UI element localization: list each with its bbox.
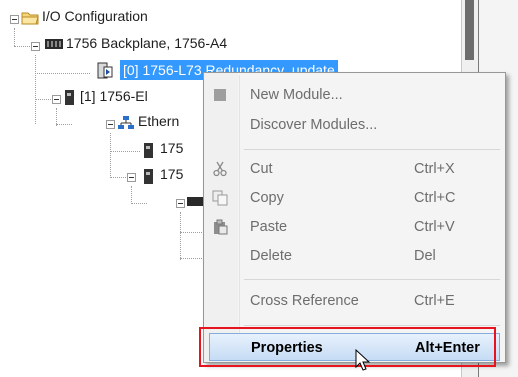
menu-item-cut[interactable]: Cut Ctrl+X [204,155,505,183]
menu-item-shortcut: Del [414,248,436,264]
tree-connector [180,232,202,233]
copy-icon [212,190,228,206]
tree-connector [14,28,15,46]
menu-item-cross-reference[interactable]: Cross Reference Ctrl+E [204,287,505,315]
menu-item-new-module[interactable]: New Module... [204,81,505,109]
tree-connector [110,133,111,178]
menu-item-label: Cross Reference [250,293,359,309]
collapse-toggle[interactable] [106,120,115,129]
module-icon [144,143,153,158]
tree-connector [110,151,140,152]
menu-item-discover-modules[interactable]: Discover Modules... [204,111,505,139]
menu-separator [244,325,500,326]
menu-item-copy[interactable]: Copy Ctrl+C [204,184,505,212]
tree-connector [131,186,132,204]
collapse-toggle[interactable] [127,173,136,182]
menu-item-paste[interactable]: Paste Ctrl+V [204,213,505,241]
tree-item-module-1[interactable]: [1] 1756-El [80,86,148,106]
tree-connector [110,177,126,178]
menu-item-label: Delete [250,248,292,264]
tree-item-io-configuration[interactable]: I/O Configuration [42,6,148,26]
scissors-icon [213,161,227,177]
menu-item-label: Cut [250,161,273,177]
backplane-icon [187,197,203,206]
network-icon [118,116,134,129]
backplane-icon [45,39,63,49]
folder-icon [21,12,39,25]
tree-connector [35,55,36,124]
highlight-annotation-box [199,327,496,367]
tree-item-device-2[interactable]: 175 [160,164,183,184]
module-icon [65,90,74,105]
module-icon [144,169,153,184]
collapse-toggle[interactable] [52,95,61,104]
collapse-toggle[interactable] [176,199,185,208]
tree-connector [180,212,181,260]
tree-item-device-1[interactable]: 175 [160,138,183,158]
new-module-icon [214,89,226,101]
menu-item-label: Copy [250,190,284,206]
menu-item-label: New Module... [250,87,343,103]
collapse-toggle[interactable] [31,42,40,51]
tree-connector [131,203,147,204]
menu-item-shortcut: Ctrl+C [414,190,456,206]
collapse-toggle[interactable] [10,15,19,24]
tree-item-backplane[interactable]: 1756 Backplane, 1756-A4 [66,33,227,53]
menu-item-delete[interactable]: Delete Del [204,242,505,270]
menu-separator [244,149,500,150]
tree-item-ethernet[interactable]: Ethern [138,111,179,131]
mouse-pointer-icon [355,349,371,371]
menu-item-label: Discover Modules... [250,117,378,133]
tree-connector [180,258,202,259]
menu-separator [244,279,500,280]
scrollbar-thumb[interactable] [465,0,474,60]
tree-connector [35,73,90,74]
tree-connector [56,124,72,125]
menu-item-shortcut: Ctrl+V [414,219,455,235]
tree-connector [35,99,51,100]
menu-item-shortcut: Ctrl+E [414,293,455,309]
menu-item-shortcut: Ctrl+X [414,161,455,177]
controller-icon [97,62,113,79]
tree-connector [14,46,30,47]
paste-icon [214,219,228,235]
context-menu: New Module... Discover Modules... Cut Ct… [203,72,506,363]
menu-item-label: Paste [250,219,288,235]
